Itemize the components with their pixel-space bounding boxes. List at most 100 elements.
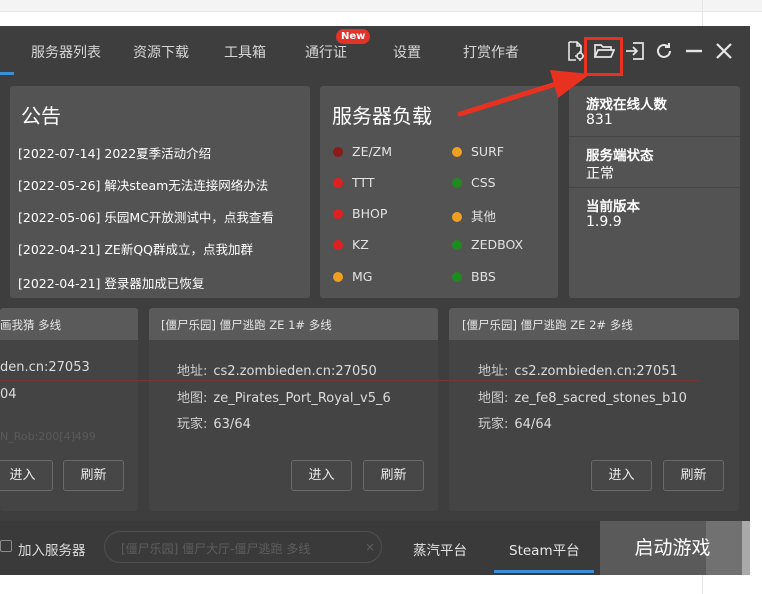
add-server-label[interactable]: 加入服务器 <box>18 539 86 559</box>
stat-divider <box>569 187 740 188</box>
server-card: 画我猜 多线 den.cn:27053 04 N_Rob:200[4]499 进… <box>0 308 138 511</box>
status-dot-icon <box>333 178 343 188</box>
legend-label: BHOP <box>352 206 388 221</box>
server-map: ze_fe8_sacred_stones_b10 <box>514 391 687 406</box>
tab-passport[interactable]: 通行证 <box>305 42 347 62</box>
server-title: [僵尸乐园] 僵尸逃跑 ZE 2# 多线 <box>462 318 633 332</box>
load-legend-item: KZ <box>333 237 369 252</box>
minimize-icon[interactable] <box>683 40 705 62</box>
tab-steam-china[interactable]: 蒸汽平台 <box>413 539 467 559</box>
status-dot-icon <box>333 147 343 157</box>
active-platform-indicator <box>494 570 594 573</box>
active-tab-indicator <box>0 72 14 75</box>
server-select[interactable]: [僵尸乐园] 僵尸大厅-僵尸逃跑 多线 × <box>104 531 382 563</box>
tab-resource-download[interactable]: 资源下载 <box>133 42 189 62</box>
status-dot-icon <box>452 240 462 250</box>
legend-label: 其他 <box>471 209 497 224</box>
status-dot-icon <box>333 240 343 250</box>
browser-top-strip <box>0 0 762 12</box>
launcher-window: 服务器列表 资源下载 工具箱 通行证 New 设置 打赏作者 公告 [2022-… <box>0 26 750 575</box>
server-address: cs2.zombieden.cn:27050 <box>213 364 377 379</box>
server-map-row: 地图: ze_Pirates_Port_Royal_v5_6 <box>177 391 391 406</box>
legend-label: BBS <box>471 269 496 284</box>
version-value: 1.9.9 <box>586 214 622 230</box>
tab-toolbox[interactable]: 工具箱 <box>224 42 266 62</box>
load-legend-item: BBS <box>452 269 496 284</box>
legend-label: SURF <box>471 144 504 159</box>
join-button[interactable]: 进入 <box>0 460 53 491</box>
server-address-row: 地址: cs2.zombieden.cn:27051 <box>478 364 678 379</box>
server-card-header: 画我猜 多线 <box>0 308 138 340</box>
server-card: [僵尸乐园] 僵尸逃跑 ZE 2# 多线 地址: cs2.zombieden.cn… <box>449 308 739 511</box>
server-address-row: 地址: cs2.zombieden.cn:27050 <box>177 364 377 379</box>
join-button[interactable]: 进入 <box>291 460 352 491</box>
online-players-label: 游戏在线人数 <box>586 97 667 113</box>
legend-label: TTT <box>352 175 375 190</box>
refresh-icon[interactable] <box>653 40 675 62</box>
load-legend-item: BHOP <box>333 206 387 221</box>
join-button[interactable]: 进入 <box>591 460 652 491</box>
legend-label: ZE/ZM <box>352 144 393 159</box>
server-map: ze_Pirates_Port_Royal_v5_6 <box>213 391 391 406</box>
bottom-bar: 加入服务器 [僵尸乐园] 僵尸大厅-僵尸逃跑 多线 × 蒸汽平台 Steam平台… <box>0 521 750 575</box>
news-item[interactable]: [2022-04-21] 登录器加成已恢复 <box>18 273 204 292</box>
server-players: 64/64 <box>514 417 552 432</box>
tab-donate[interactable]: 打赏作者 <box>463 42 519 62</box>
legend-label: KZ <box>352 237 369 252</box>
launch-button-edge <box>742 521 750 575</box>
server-map-row: 地图: ze_fe8_sacred_stones_b10 <box>478 391 687 406</box>
tab-server-list[interactable]: 服务器列表 <box>31 42 101 62</box>
version-label: 当前版本 <box>586 199 640 215</box>
server-players: 63/64 <box>213 417 251 432</box>
server-card-header: [僵尸乐园] 僵尸逃跑 ZE 2# 多线 <box>449 308 739 340</box>
server-select-value: [僵尸乐园] 僵尸大厅-僵尸逃跑 多线 <box>121 542 311 556</box>
news-item[interactable]: [2022-05-06] 乐园MC开放测试中，点我查看 <box>18 207 274 226</box>
server-card-header: [僵尸乐园] 僵尸逃跑 ZE 1# 多线 <box>149 308 438 340</box>
tab-steam[interactable]: Steam平台 <box>509 539 580 559</box>
status-dot-icon <box>452 272 462 282</box>
server-address: cs2.zombieden.cn:27051 <box>514 364 678 379</box>
server-load-card: 服务器负载 ZE/ZM SURF TTT CSS BHOP 其他 KZ ZEDB… <box>320 86 558 298</box>
news-item[interactable]: [2022-04-21] ZE新QQ群成立，点我加群 <box>18 239 253 258</box>
tab-settings[interactable]: 设置 <box>393 42 421 62</box>
server-map: 04 <box>0 387 17 402</box>
status-dot-icon <box>452 212 462 222</box>
launch-button-shade <box>706 521 742 575</box>
news-item[interactable]: [2022-05-26] 解决steam无法连接网络办法 <box>18 175 268 194</box>
server-address: den.cn:27053 <box>0 360 90 375</box>
settings-file-icon[interactable] <box>564 40 586 62</box>
login-icon[interactable] <box>624 40 646 62</box>
legend-label: ZEDBOX <box>471 237 524 252</box>
server-faint-text: N_Rob:200[4]499 <box>0 430 96 443</box>
refresh-button[interactable]: 刷新 <box>663 460 724 491</box>
status-dot-icon <box>452 178 462 188</box>
server-title: 画我猜 多线 <box>0 318 62 332</box>
server-load-title: 服务器负载 <box>332 104 432 128</box>
refresh-button[interactable]: 刷新 <box>63 460 124 491</box>
load-legend-item: ZEDBOX <box>452 237 523 252</box>
load-legend-item: MG <box>333 269 372 284</box>
load-legend-item: CSS <box>452 175 496 190</box>
load-legend-item: 其他 <box>452 206 496 225</box>
server-status-label: 服务端状态 <box>586 148 654 164</box>
stats-card: 游戏在线人数 831 服务端状态 正常 当前版本 1.9.9 <box>569 86 740 298</box>
stat-divider <box>569 136 740 137</box>
legend-label: MG <box>352 269 373 284</box>
top-nav: 服务器列表 资源下载 工具箱 通行证 New 设置 打赏作者 <box>0 26 750 76</box>
add-server-checkbox[interactable] <box>0 540 12 552</box>
server-status-value: 正常 <box>586 166 614 182</box>
server-players-row: 玩家: 63/64 <box>177 417 251 432</box>
announcement-card: 公告 [2022-07-14] 2022夏季活动介绍 [2022-05-26] … <box>10 86 310 298</box>
server-card: [僵尸乐园] 僵尸逃跑 ZE 1# 多线 地址: cs2.zombieden.cn… <box>149 308 438 511</box>
news-item[interactable]: [2022-07-14] 2022夏季活动介绍 <box>18 143 211 162</box>
new-badge: New <box>336 29 371 44</box>
close-icon[interactable] <box>713 40 735 62</box>
online-players-value: 831 <box>586 112 613 128</box>
server-players-row: 玩家: 64/64 <box>478 417 552 432</box>
clear-select-icon[interactable]: × <box>365 540 375 554</box>
load-legend-item: ZE/ZM <box>333 144 392 159</box>
load-legend-item: SURF <box>452 144 504 159</box>
legend-label: CSS <box>471 175 496 190</box>
status-dot-icon <box>333 272 343 282</box>
refresh-button[interactable]: 刷新 <box>363 460 424 491</box>
